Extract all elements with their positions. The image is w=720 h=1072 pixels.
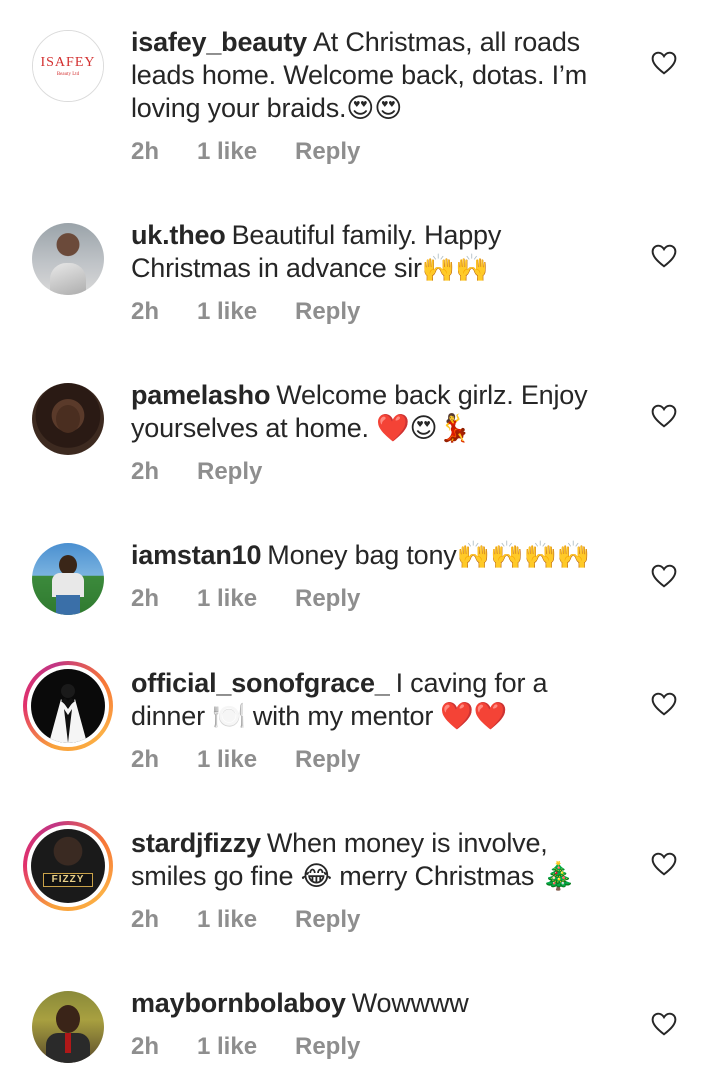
comment-username[interactable]: maybornbolaboy [131, 988, 346, 1018]
comment-time: 2h [131, 1033, 160, 1060]
reply-button[interactable]: Reply [295, 1032, 360, 1062]
comment-likes[interactable]: 1 like [197, 584, 257, 614]
heart-outline-icon[interactable] [651, 692, 677, 716]
avatar[interactable] [32, 383, 104, 455]
comment-time: 2h [131, 906, 160, 933]
comment-likes[interactable]: 1 like [197, 745, 257, 775]
comment-text: uk.theo Beautiful family. Happy Christmas… [131, 219, 611, 285]
avatar[interactable]: ISAFEY Beauty Ltd [32, 30, 104, 102]
heart-outline-icon[interactable] [651, 404, 677, 428]
avatar[interactable]: FIZZY [23, 821, 113, 911]
avatar-logo-subtext: Beauty Ltd [56, 72, 80, 77]
comment-time: 2h [131, 138, 160, 165]
heart-outline-icon[interactable] [651, 51, 677, 75]
tuxedo-icon [49, 684, 87, 743]
avatar[interactable] [32, 543, 104, 615]
comment-username[interactable]: pamelasho [131, 380, 270, 410]
reply-button[interactable]: Reply [295, 297, 360, 327]
comment-username[interactable]: uk.theo [131, 220, 226, 250]
comment-text: iamstan10 Money bag tony🙌🙌🙌🙌 [131, 539, 611, 572]
heart-outline-icon[interactable] [651, 1012, 677, 1036]
comment-text: pamelasho Welcome back girlz. Enjoy yours… [131, 379, 611, 445]
comment-text: stardjfizzy When money is involve, smiles… [131, 827, 611, 893]
reply-button[interactable]: Reply [295, 745, 360, 775]
avatar-logo-text: ISAFEY [40, 55, 96, 70]
comment-time: 2h [131, 458, 160, 485]
heart-outline-icon[interactable] [651, 564, 677, 588]
comment-username[interactable]: iamstan10 [131, 540, 261, 570]
comment-time: 2h [131, 585, 160, 612]
comment-text: official_sonofgrace_ I caving for a dinne… [131, 667, 611, 733]
comment-username[interactable]: isafey_beauty [131, 27, 307, 57]
comment-body: Wowwww [351, 988, 469, 1018]
comment-time: 2h [131, 298, 160, 325]
reply-button[interactable]: Reply [295, 905, 360, 935]
comment-text: maybornbolaboy Wowwww [131, 987, 611, 1020]
comment-likes[interactable]: 1 like [197, 297, 257, 327]
reply-button[interactable]: Reply [295, 137, 360, 167]
avatar[interactable] [32, 223, 104, 295]
heart-outline-icon[interactable] [651, 852, 677, 876]
comment-time: 2h [131, 746, 160, 773]
reply-button[interactable]: Reply [295, 584, 360, 614]
comment-username[interactable]: stardjfizzy [131, 828, 261, 858]
avatar[interactable] [32, 991, 104, 1063]
heart-outline-icon[interactable] [651, 244, 677, 268]
comment-likes[interactable]: 1 like [197, 1032, 257, 1062]
comment-likes[interactable]: 1 like [197, 137, 257, 167]
avatar[interactable] [23, 661, 113, 751]
comment-body: Money bag tony🙌🙌🙌🙌 [267, 540, 591, 570]
reply-button[interactable]: Reply [197, 457, 262, 487]
comment-text: isafey_beauty At Christmas, all roads lea… [131, 26, 611, 125]
comment-username[interactable]: official_sonofgrace_ [131, 668, 390, 698]
avatar-logo-text: FIZZY [43, 873, 93, 887]
comment-likes[interactable]: 1 like [197, 905, 257, 935]
